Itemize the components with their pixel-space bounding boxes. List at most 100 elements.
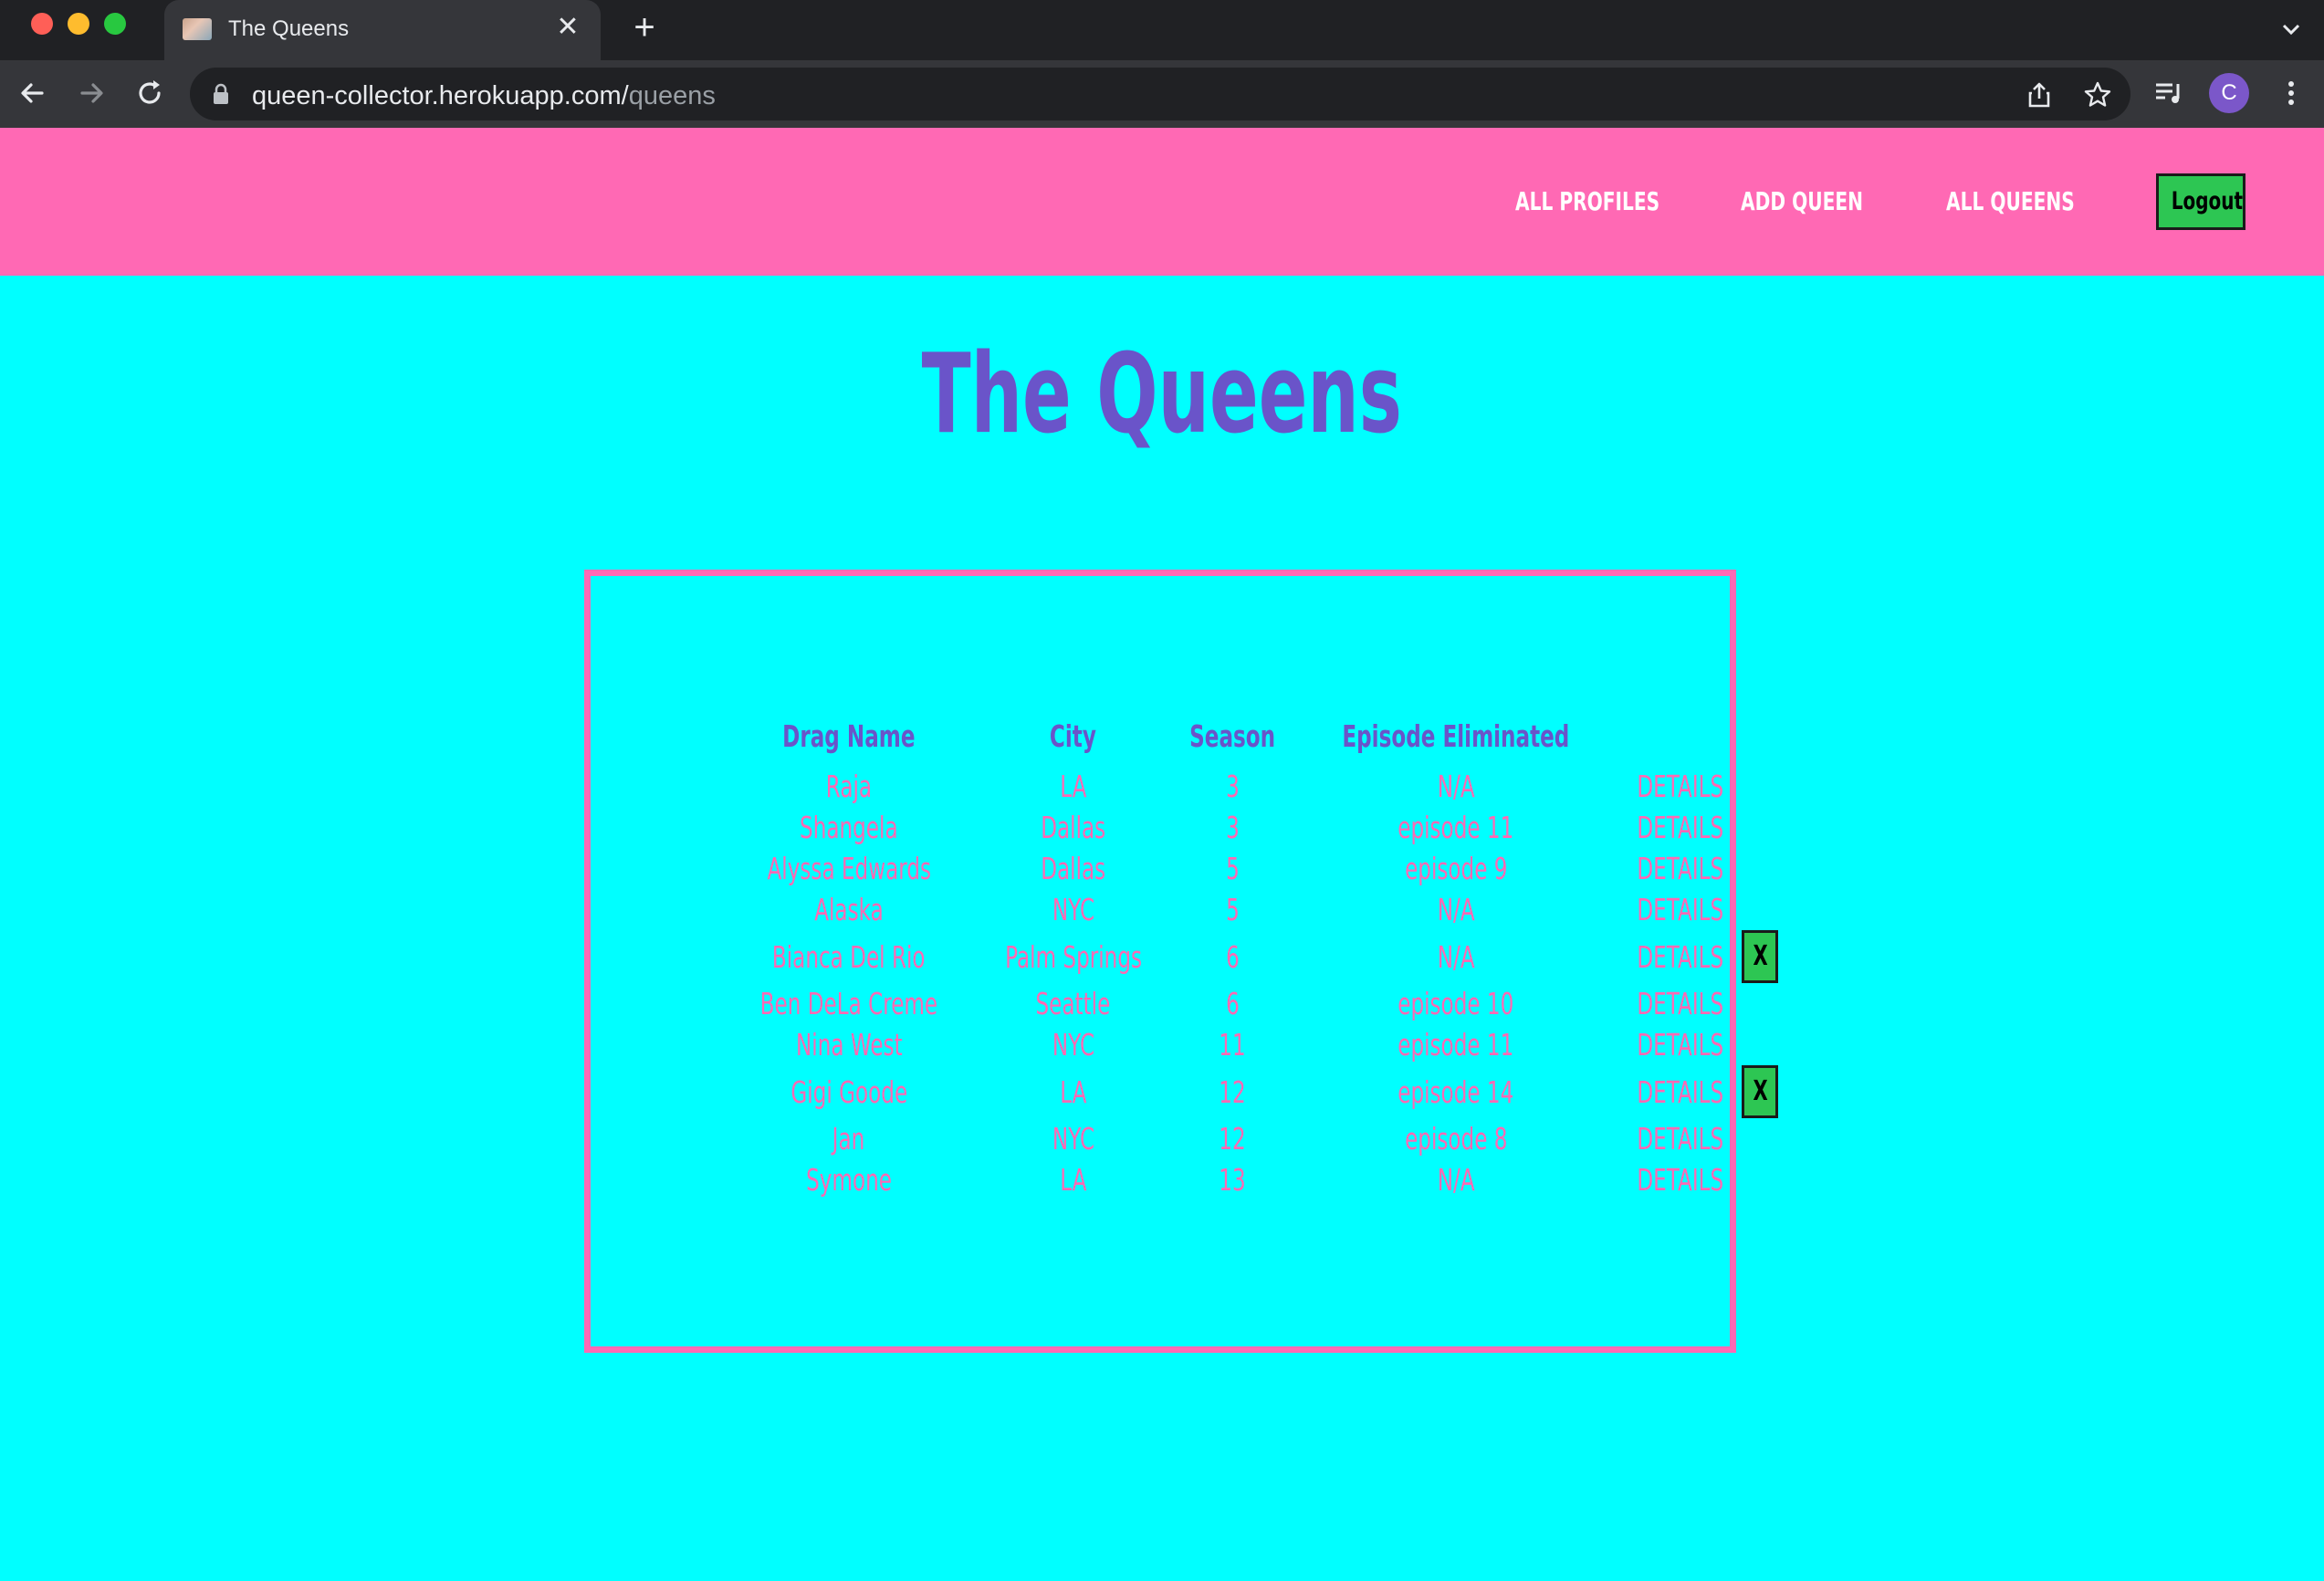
cell-drag-name: Alyssa Edwards [722,848,976,889]
reload-icon[interactable] [131,75,168,111]
details-link[interactable]: DETAILS [1637,1121,1723,1157]
address-bar[interactable]: queen-collector.herokuapp.com/queens [190,68,2130,120]
table-row: Alaska NYC 5 N/A DETAILS [722,889,1778,930]
page-body: ALL PROFILES ADD QUEEN ALL QUEENS Logout… [0,128,2324,1581]
cell-delete [1742,1024,1778,1065]
logout-label: Logout [2171,187,2244,215]
kebab-menu-icon[interactable] [2275,77,2308,110]
details-link[interactable]: DETAILS [1637,851,1723,886]
table-row: Nina West NYC 11 episode 11 DETAILS [722,1024,1778,1065]
queens-table: Drag Name City Season Episode Eliminated… [722,706,1779,1200]
profile-avatar[interactable]: C [2209,73,2249,113]
cell-details: DETAILS [1618,766,1743,807]
episode-text: N/A [1437,1162,1475,1198]
bookmark-star-icon[interactable] [2083,80,2112,110]
window-minimize-button[interactable] [68,13,89,35]
browser-tab-active[interactable]: The Queens ✕ [164,0,601,60]
cell-drag-name: Ben DeLa Creme [722,983,976,1024]
forward-arrow-icon[interactable] [73,75,110,111]
cell-details: DETAILS [1618,848,1743,889]
url-text[interactable]: queen-collector.herokuapp.com/queens [252,81,716,111]
header-blank [1742,706,1778,766]
cell-drag-name: Bianca Del Rio [722,930,976,983]
details-link[interactable]: DETAILS [1637,892,1723,927]
drag-name-text: Raja [825,769,873,804]
header-label: City [1050,717,1097,754]
table-header-row: Drag Name City Season Episode Eliminated [722,706,1778,766]
city-text: Dallas [1041,810,1106,845]
cell-season: 5 [1171,848,1293,889]
cell-city: Dallas [976,807,1171,848]
cell-delete [1742,983,1778,1024]
details-link[interactable]: DETAILS [1637,1027,1723,1063]
lock-icon[interactable] [212,83,230,105]
cell-season: 11 [1171,1024,1293,1065]
season-text: 11 [1219,1027,1246,1063]
header-blank [1618,706,1743,766]
page-title-text: The Queens [921,331,1403,458]
cell-details: DETAILS [1618,807,1743,848]
cell-episode-eliminated: episode 14 [1293,1065,1618,1118]
header-label: Episode Eliminated [1342,717,1570,754]
cell-city: NYC [976,1118,1171,1159]
header-episode-eliminated: Episode Eliminated [1293,706,1618,766]
details-link[interactable]: DETAILS [1637,939,1723,975]
details-link[interactable]: DETAILS [1637,1162,1723,1198]
cell-season: 3 [1171,807,1293,848]
details-link[interactable]: DETAILS [1637,769,1723,804]
nav-link-add-queen[interactable]: ADD QUEEN [1741,186,1863,216]
season-text: 5 [1225,892,1240,927]
episode-text: episode 8 [1404,1121,1508,1157]
logout-button[interactable]: Logout [2156,173,2245,230]
drag-name-text: Nina West [795,1027,903,1063]
details-link[interactable]: DETAILS [1637,1074,1723,1110]
browser-toolbar: queen-collector.herokuapp.com/queens C [0,60,2324,128]
cell-details: DETAILS [1618,930,1743,983]
cell-city: LA [976,766,1171,807]
cell-city: LA [976,1159,1171,1200]
table-body: Raja LA 3 N/A DETAILS Shangela Dallas 3 episode … [722,766,1779,1200]
details-link[interactable]: DETAILS [1637,810,1723,845]
window-maximize-button[interactable] [104,13,126,35]
queens-table-card: Drag Name City Season Episode Eliminated… [584,570,1779,1353]
cell-drag-name: Jan [722,1118,976,1159]
details-link[interactable]: DETAILS [1637,986,1723,1021]
city-text: LA [1060,1073,1087,1110]
cell-delete: X [1742,1065,1779,1118]
delete-label: X [1753,1075,1768,1107]
drag-name-text: Gigi Goode [790,1073,907,1110]
cell-delete [1742,1118,1778,1159]
nav-link-all-queens[interactable]: ALL QUEENS [1946,186,2075,216]
delete-queen-button[interactable]: X [1742,930,1779,983]
header-city: City [976,706,1171,766]
city-text: LA [1060,769,1087,804]
table-row: Gigi Goode LA 12 episode 14 DETAILS X [722,1065,1779,1118]
tab-close-icon[interactable]: ✕ [551,11,584,44]
cell-details: DETAILS [1618,1118,1743,1159]
cell-delete: X [1742,930,1779,983]
new-tab-button[interactable]: + [626,9,663,46]
back-arrow-icon[interactable] [15,75,51,111]
drag-name-text: Symone [805,1162,892,1198]
share-icon[interactable] [2025,80,2054,110]
table-row: Bianca Del Rio Palm Springs 6 N/A DETAILS X [722,930,1779,983]
media-queue-icon[interactable] [2152,77,2185,110]
cell-city: Palm Springs [976,930,1171,983]
drag-name-text: Alyssa Edwards [767,851,931,886]
table-row: Jan NYC 12 episode 8 DETAILS [722,1118,1778,1159]
table-row: Symone LA 13 N/A DETAILS [722,1159,1778,1200]
header-label: Drag Name [782,717,916,754]
city-text: Dallas [1041,851,1106,886]
tab-search-chevron-icon[interactable] [2278,16,2304,42]
window-close-button[interactable] [31,13,53,35]
site-navbar: ALL PROFILES ADD QUEEN ALL QUEENS Logout [0,128,2324,276]
cell-season: 12 [1171,1065,1293,1118]
cell-episode-eliminated: N/A [1293,930,1618,983]
cell-delete [1742,766,1778,807]
table-row: Raja LA 3 N/A DETAILS [722,766,1778,807]
city-text: Seattle [1035,986,1111,1021]
nav-link-all-profiles[interactable]: ALL PROFILES [1515,186,1659,216]
delete-queen-button[interactable]: X [1742,1065,1779,1118]
browser-tab-strip: The Queens ✕ + [0,0,2324,60]
cell-season: 12 [1171,1118,1293,1159]
